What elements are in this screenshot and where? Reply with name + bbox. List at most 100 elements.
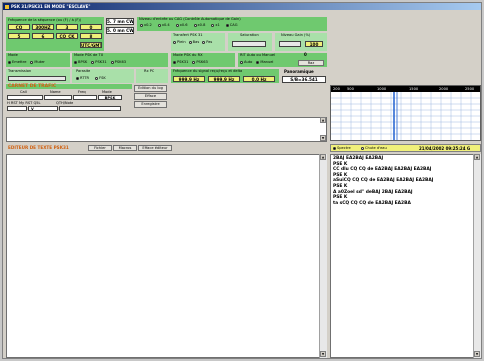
param-6[interactable]: 6 [32, 33, 54, 39]
mode-pc-bpsk[interactable]: BPSK [74, 60, 87, 64]
niveau-label: Niveau Gain (%) [281, 33, 311, 37]
editor-textarea[interactable] [6, 154, 327, 358]
mode-input[interactable]: BPSK [98, 95, 122, 100]
editor-scroll-up[interactable]: ▲ [320, 154, 326, 160]
rx-scroll-up[interactable]: ▲ [474, 154, 480, 160]
rst-my-input[interactable]: V [28, 106, 58, 111]
file-button[interactable]: Fichier [88, 145, 112, 151]
edit-log-button[interactable]: Edition du log [134, 85, 167, 92]
signal-frequency-panel: Fréquence du signal reçu/reçu et delta 9… [171, 69, 279, 83]
param-8[interactable]: 8 [80, 33, 102, 39]
waterfall-option[interactable]: Chute d'eau [361, 146, 387, 150]
rx-textarea[interactable]: 2BAJ EA2BAJ EA2BAJ PSE K CC dlu CQ CQ de… [330, 154, 481, 358]
mode-rx-psk31[interactable]: PSK31 [173, 60, 188, 64]
spectrum-panel[interactable]: 200 500 1000 1500 2000 2500 [330, 85, 481, 141]
cag-panel: Niveau d'entrée ou CAG (Contrôle Automat… [137, 17, 327, 31]
tx-scroll-up[interactable]: ▲ [320, 117, 326, 123]
axis-label-500: 500 [347, 87, 354, 91]
editor-scroll-down[interactable]: ▼ [320, 351, 326, 357]
rit-label: RIT Auto ou Manuel [240, 53, 276, 57]
param-cq-ck[interactable]: CQ_CK [56, 33, 78, 39]
transfert-label: Transfert PSK 31 [173, 33, 203, 37]
tx-scroll-down[interactable]: ▼ [320, 135, 326, 141]
transmission-bar [8, 76, 66, 81]
param-cq[interactable]: CQ [8, 24, 30, 30]
rit-panel: RIT Auto ou Manuel Auto Manuel 0 Raz [238, 52, 327, 67]
mode-rx-options: PSK31 PSK63 [173, 60, 208, 64]
param-5[interactable]: 5 [8, 33, 30, 39]
transfert-bas[interactable]: Bas [188, 40, 199, 44]
rx-pc-panel: Rx PC [136, 69, 168, 83]
mode-pc-psk31[interactable]: PSK31 [91, 60, 107, 64]
rit-manuel[interactable]: Manuel [256, 60, 273, 64]
rx-line: ta sCQ CQ CQ de EA2BAJ EA2BA [333, 200, 411, 206]
cag-option-4[interactable]: x1 [211, 23, 220, 27]
mode-rx-psk63[interactable]: PSK63 [192, 60, 208, 64]
param-3[interactable]: 3 [56, 24, 78, 30]
rx-scrollbar[interactable] [473, 154, 481, 358]
parasite-fsk[interactable]: FSK [95, 76, 106, 80]
cag-option-0[interactable]: x0.2 [140, 23, 152, 27]
cag-option-2[interactable]: x0.6 [175, 23, 188, 27]
rx-scroll-down[interactable]: ▼ [474, 351, 480, 357]
raz-button[interactable]: Raz [298, 60, 324, 66]
transfert-panel: Transfert PSK 31 Plein Bas Pas [171, 33, 225, 51]
col-call: Call [20, 90, 27, 94]
rit-options: Auto Manuel [240, 60, 273, 64]
rst-label: H RST My RST Q5L [7, 101, 41, 105]
logbook-panel: Call Name Freq Mode BPSK H RST My RST Q5… [6, 89, 132, 117]
qth-label: QTH/Note [56, 101, 74, 105]
call-input[interactable] [7, 95, 43, 100]
mode-emettre[interactable]: Emettre [8, 60, 26, 64]
mode-panel: Mode Emettre Muter [6, 53, 70, 67]
cw-speed-2: 5. 0 mn CW [106, 27, 134, 34]
parasite-options: RTTR FSK [76, 76, 106, 80]
cag-label: Niveau d'entrée ou CAG (Contrôle Automat… [139, 17, 241, 21]
name-input[interactable] [44, 95, 72, 100]
frequency-label: Fréquence de la séquence (ou (F) / à (F)… [8, 18, 82, 22]
col-freq: Freq [78, 90, 86, 94]
parasite-rttr[interactable]: RTTR [76, 76, 89, 80]
freq-input[interactable] [73, 95, 97, 100]
cw-speed-1: 5. 7 mn CW [106, 18, 134, 25]
niveau-value[interactable]: 100 [305, 41, 323, 47]
cag-option-1[interactable]: x0.4 [157, 23, 170, 27]
panoramique-label: Panoramique [284, 69, 314, 74]
qth-input[interactable] [59, 106, 121, 111]
parasite-label: Parasite [76, 69, 91, 73]
clear-editor-button[interactable]: Efface éditeur [138, 145, 172, 151]
cag-option-3[interactable]: x0.8 [193, 23, 205, 27]
transmission-label: Transmission [8, 69, 32, 73]
axis-label-2500: 2500 [465, 87, 475, 91]
mode-pc-psk63[interactable]: PSK63 [110, 60, 126, 64]
save-log-button[interactable]: Enregistre [134, 101, 167, 108]
cag-option-5[interactable]: CAG [225, 23, 238, 27]
signal-frequency-1: 999.9 Hz [173, 76, 205, 82]
mode-muter[interactable]: Muter [30, 60, 45, 64]
editor-header: EDITEUR DE TEXTE PSK31 Fichier Macros Ef… [6, 144, 327, 152]
param-utc[interactable]: UTC/GMT [80, 42, 102, 48]
tx-buffer[interactable] [6, 117, 327, 142]
rx-pc-label: Rx PC [144, 69, 155, 73]
clear-log-button[interactable]: Efface [134, 93, 167, 100]
macros-button[interactable]: Macros [113, 145, 137, 151]
axis-label-2000: 2000 [439, 87, 449, 91]
spectrum-grid [331, 92, 480, 140]
transfert-pas[interactable]: Pas [202, 40, 212, 44]
transfert-plein[interactable]: Plein [173, 40, 186, 44]
col-mode: Mode [102, 90, 112, 94]
spectrum-options-bar: Spectre Chute d'eau 21/04/2002 09:25:24 … [330, 144, 481, 152]
signal-frequency-label: Fréquence du signal reçu/reçu et delta [173, 69, 243, 73]
param-frequency[interactable]: 300HZ [32, 24, 54, 30]
param-0[interactable]: 0 [80, 24, 102, 30]
axis-label-1500: 1500 [409, 87, 419, 91]
spectrum-option[interactable]: Spectre [333, 146, 351, 150]
rst-input[interactable] [7, 106, 27, 111]
editor-scrollbar[interactable] [319, 154, 327, 358]
saturation-bar [232, 41, 266, 47]
title-bar: PSK 31/PSK31 EN MODE "ESCLAVE" [3, 3, 481, 10]
col-name: Name [50, 90, 61, 94]
mode-options: Emettre Muter [8, 60, 45, 64]
niveau-bar[interactable] [279, 41, 301, 47]
rit-auto[interactable]: Auto [240, 60, 252, 64]
